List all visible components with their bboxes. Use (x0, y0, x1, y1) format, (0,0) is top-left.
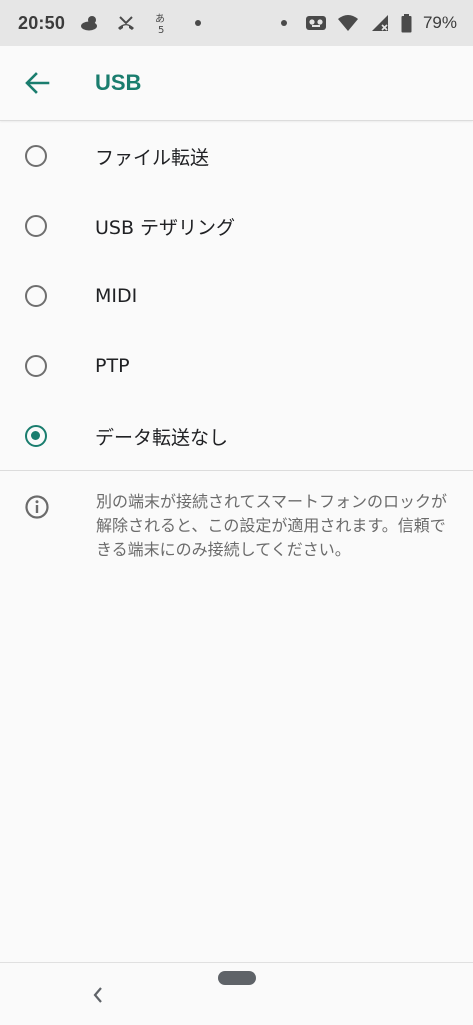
radio-button[interactable] (25, 285, 47, 307)
info-text: 別の端末が接続されてスマートフォンのロックが解除されると、この設定が適用されます… (96, 492, 448, 559)
info-section: 別の端末が接続されてスマートフォンのロックが解除されると、この設定が適用されます… (0, 490, 473, 562)
battery-icon (401, 12, 413, 34)
back-button[interactable] (17, 63, 57, 103)
voicemail-icon (305, 12, 327, 34)
svg-text:5: 5 (158, 25, 164, 34)
status-time: 20:50 (18, 12, 66, 33)
option-midi[interactable]: MIDI (0, 261, 473, 331)
option-usb-tethering[interactable]: USB テザリング (0, 191, 473, 261)
status-icons-right: 79% (273, 12, 457, 34)
page-title: USB (95, 70, 142, 95)
option-label: MIDI (95, 285, 138, 307)
weather-cloud-icon (79, 12, 101, 34)
home-pill-button[interactable] (218, 971, 256, 985)
option-label: データ転送なし (95, 426, 229, 449)
status-icons-left: あ5 (79, 12, 209, 34)
radio-button[interactable] (25, 145, 47, 167)
chevron-left-icon (93, 987, 102, 1003)
svg-text:あ: あ (155, 13, 165, 25)
signal-icon (369, 12, 391, 34)
divider (0, 470, 473, 471)
arrow-back-icon (25, 72, 50, 94)
battery-percent: 79% (422, 13, 457, 32)
option-no-data-transfer[interactable]: データ転送なし (0, 401, 473, 471)
dot-icon (187, 12, 209, 34)
radio-button-selected[interactable] (25, 425, 47, 447)
option-label: ファイル転送 (95, 146, 210, 169)
radio-button[interactable] (25, 215, 47, 237)
status-bar: 20:50 あ5 79% (0, 0, 473, 46)
radio-button[interactable] (25, 355, 47, 377)
dot-icon (273, 12, 295, 34)
option-ptp[interactable]: PTP (0, 331, 473, 401)
usb-options-list: ファイル転送 USB テザリング MIDI PTP データ転送なし (0, 121, 473, 471)
navigation-bar (0, 962, 473, 1025)
option-file-transfer[interactable]: ファイル転送 (0, 121, 473, 191)
app-bar: USB (0, 46, 473, 121)
option-label: USB テザリング (95, 216, 236, 239)
ime-kana-icon: あ5 (151, 12, 173, 34)
nav-back-button[interactable] (88, 981, 108, 1009)
info-icon (25, 495, 49, 519)
wifi-icon (337, 12, 359, 34)
option-label: PTP (95, 355, 130, 377)
missed-call-icon (115, 12, 137, 34)
